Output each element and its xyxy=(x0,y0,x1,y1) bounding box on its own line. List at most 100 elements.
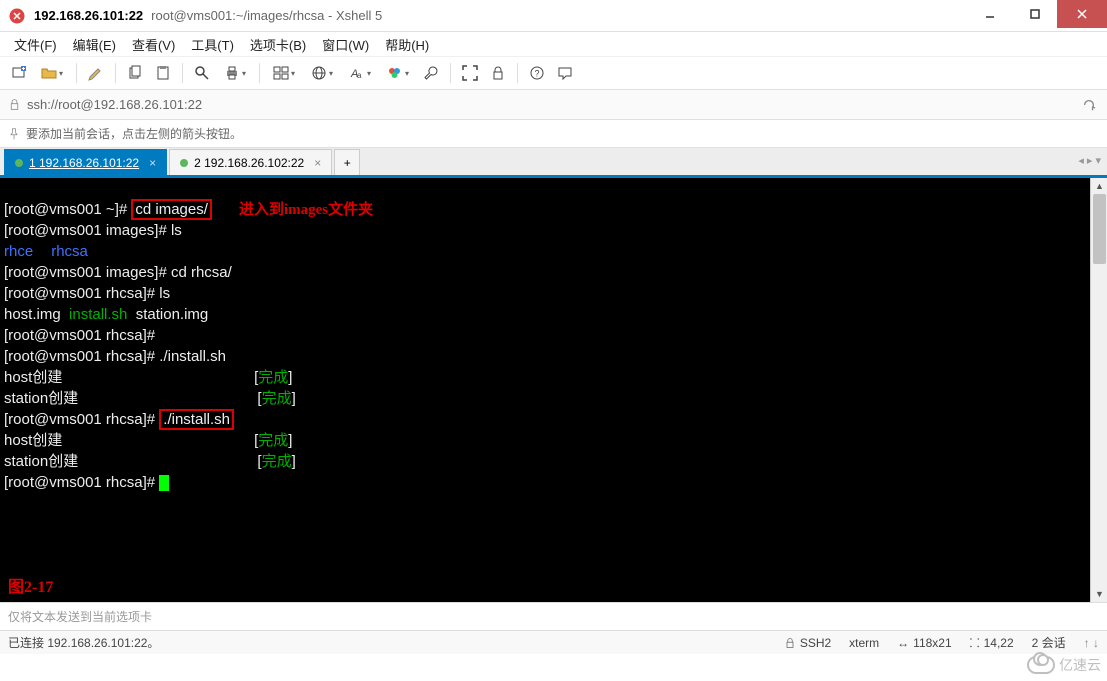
lock-button[interactable] xyxy=(485,60,511,86)
tab-nav-arrows[interactable]: ◂ ▸ ▾ xyxy=(1078,154,1101,167)
figure-label: 图2-17 xyxy=(8,578,53,598)
app-icon xyxy=(8,7,26,25)
status-cursor-pos: ⸬ 14,22 xyxy=(970,634,1014,651)
status-updown-icons[interactable]: ↑ ↓ xyxy=(1084,636,1099,650)
title-ip: 192.168.26.101:22 xyxy=(34,8,143,23)
tab-label: 1 192.168.26.101:22 xyxy=(29,156,139,170)
menu-tools[interactable]: 工具(T) xyxy=(185,33,240,56)
terminal-scrollbar[interactable]: ▲ ▼ xyxy=(1090,178,1107,602)
terminal-line: [root@vms001 rhcsa]# ls xyxy=(4,285,170,302)
tab-label: 2 192.168.26.102:22 xyxy=(194,156,304,170)
scroll-up-icon[interactable]: ▲ xyxy=(1091,178,1107,194)
toolbar: ▾ ▾ ▾ ▾ Aa▾ ▾ ? xyxy=(0,56,1107,90)
terminal-line: [root@vms001 images]# ls xyxy=(4,222,182,239)
status-connection: 已连接 192.168.26.101:22。 xyxy=(8,634,159,651)
tip-text: 要添加当前会话，点击左侧的箭头按钮。 xyxy=(26,125,242,142)
pad: [ xyxy=(62,432,258,449)
bracket: ] xyxy=(288,432,292,449)
tab-strip: 1 192.168.26.101:22 × 2 192.168.26.102:2… xyxy=(0,148,1107,178)
title-path: root@vms001:~/images/rhcsa - Xshell 5 xyxy=(151,8,382,23)
file-name: host.img xyxy=(4,306,69,323)
status-dot-icon xyxy=(15,159,23,167)
open-button[interactable]: ▾ xyxy=(34,60,70,86)
cursor xyxy=(159,475,169,491)
dir-name: rhce xyxy=(4,243,33,260)
status-term-type: xterm xyxy=(849,636,879,650)
lock-icon xyxy=(784,637,796,649)
print-button[interactable]: ▾ xyxy=(217,60,253,86)
status-done: 完成 xyxy=(258,369,288,386)
feedback-button[interactable] xyxy=(552,60,578,86)
copy-button[interactable] xyxy=(122,60,148,86)
add-tab-button[interactable]: + xyxy=(334,149,360,175)
help-button[interactable]: ? xyxy=(524,60,550,86)
menu-file[interactable]: 文件(F) xyxy=(8,33,63,56)
file-name: station.img xyxy=(127,306,208,323)
svg-text:?: ? xyxy=(535,69,540,79)
watermark: 亿速云 xyxy=(1027,655,1101,675)
view-button[interactable]: ▾ xyxy=(266,60,302,86)
status-done: 完成 xyxy=(258,432,288,449)
scroll-down-icon[interactable]: ▼ xyxy=(1091,586,1107,602)
font-button[interactable]: Aa▾ xyxy=(342,60,378,86)
titlebar: 192.168.26.101:22 root@vms001:~/images/r… xyxy=(0,0,1107,32)
tab-session-1[interactable]: 1 192.168.26.101:22 × xyxy=(4,149,167,175)
menu-tabs[interactable]: 选项卡(B) xyxy=(244,33,312,56)
reload-button[interactable] xyxy=(1079,98,1099,112)
prompt: [root@vms001 rhcsa]# xyxy=(4,411,159,428)
tab-close-icon[interactable]: × xyxy=(314,156,321,170)
menu-edit[interactable]: 编辑(E) xyxy=(67,33,122,56)
terminal[interactable]: [root@vms001 ~]# cd images/ 进入到images文件夹… xyxy=(0,178,1107,602)
terminal-line: [root@vms001 images]# cd rhcsa/ xyxy=(4,264,232,281)
menu-window[interactable]: 窗口(W) xyxy=(316,33,375,56)
pad: [ xyxy=(78,453,261,470)
scroll-thumb[interactable] xyxy=(1093,194,1106,264)
new-session-button[interactable] xyxy=(6,60,32,86)
menu-help[interactable]: 帮助(H) xyxy=(379,33,435,56)
terminal-line: station创建 xyxy=(4,390,78,407)
pad: [ xyxy=(78,390,261,407)
address-url: ssh://root@192.168.26.101:22 xyxy=(27,97,202,112)
tab-close-icon[interactable]: × xyxy=(149,156,156,170)
compose-placeholder: 仅将文本发送到当前选项卡 xyxy=(8,608,152,625)
find-button[interactable] xyxy=(189,60,215,86)
executable-name: install.sh xyxy=(69,306,127,323)
lock-icon xyxy=(8,98,21,111)
maximize-button[interactable] xyxy=(1012,0,1057,28)
color-scheme-button[interactable]: ▾ xyxy=(380,60,416,86)
compose-bar[interactable]: 仅将文本发送到当前选项卡 xyxy=(0,602,1107,630)
terminal-line: [root@vms001 rhcsa]# ./install.sh xyxy=(4,348,226,365)
menu-view[interactable]: 查看(V) xyxy=(126,33,181,56)
terminal-line: host创建 xyxy=(4,369,62,386)
address-bar[interactable]: ssh://root@192.168.26.101:22 xyxy=(0,90,1107,120)
minimize-button[interactable] xyxy=(967,0,1012,28)
svg-text:a: a xyxy=(357,71,362,80)
close-button[interactable] xyxy=(1057,0,1107,28)
status-bar: 已连接 192.168.26.101:22。 SSH2 xterm ↔ 118x… xyxy=(0,630,1107,654)
prompt: [root@vms001 rhcsa]# xyxy=(4,474,159,491)
pin-icon[interactable] xyxy=(8,128,20,140)
status-size: ↔ 118x21 xyxy=(897,636,951,650)
menubar: 文件(F) 编辑(E) 查看(V) 工具(T) 选项卡(B) 窗口(W) 帮助(… xyxy=(0,32,1107,56)
pad: [ xyxy=(62,369,258,386)
status-dot-icon xyxy=(180,159,188,167)
status-done: 完成 xyxy=(262,453,292,470)
globe-button[interactable]: ▾ xyxy=(304,60,340,86)
terminal-line: [root@vms001 rhcsa]# xyxy=(4,327,155,344)
tip-bar: 要添加当前会话，点击左侧的箭头按钮。 xyxy=(0,120,1107,148)
terminal-line: host创建 xyxy=(4,432,62,449)
watermark-text: 亿速云 xyxy=(1059,655,1101,675)
annotation: 进入到images文件夹 xyxy=(239,202,373,218)
terminal-line: station创建 xyxy=(4,453,78,470)
highlighted-command: ./install.sh xyxy=(159,409,234,430)
highlighted-command: cd images/ xyxy=(131,199,212,220)
tab-session-2[interactable]: 2 192.168.26.102:22 × xyxy=(169,149,332,175)
status-session-count: 2 会话 xyxy=(1032,634,1066,651)
properties-button[interactable] xyxy=(83,60,109,86)
fullscreen-button[interactable] xyxy=(457,60,483,86)
cloud-icon xyxy=(1027,656,1055,674)
paste-button[interactable] xyxy=(150,60,176,86)
bracket: ] xyxy=(288,369,292,386)
prompt: [root@vms001 ~]# xyxy=(4,201,131,218)
tools-button[interactable] xyxy=(418,60,444,86)
